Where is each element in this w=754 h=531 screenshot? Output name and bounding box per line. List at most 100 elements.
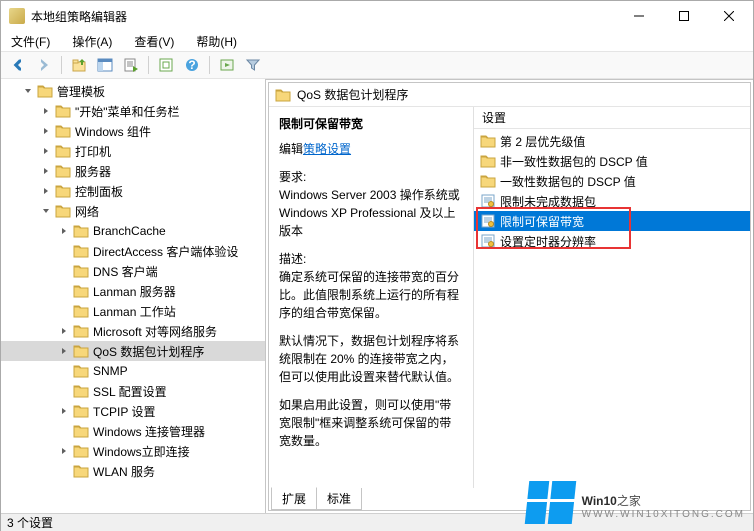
menu-action[interactable]: 操作(A) bbox=[66, 31, 118, 52]
folder-icon bbox=[73, 224, 89, 238]
toolbar-separator bbox=[61, 56, 62, 74]
tree-label: 打印机 bbox=[75, 143, 111, 160]
tab-extended[interactable]: 扩展 bbox=[271, 487, 317, 510]
action-button[interactable] bbox=[216, 54, 238, 76]
menu-view[interactable]: 查看(V) bbox=[128, 31, 180, 52]
help-button[interactable]: ? bbox=[181, 54, 203, 76]
workspace: 管理模板 "开始"菜单和任务栏 Windows 组件打印机服务器控制面板网络 Bran… bbox=[1, 79, 753, 513]
tree-item[interactable]: Lanman 服务器 bbox=[1, 281, 265, 301]
tree-item[interactable]: SNMP bbox=[1, 361, 265, 381]
tree-item[interactable]: 打印机 bbox=[1, 141, 265, 161]
expander-icon[interactable] bbox=[39, 204, 53, 218]
show-hide-tree-button[interactable] bbox=[94, 54, 116, 76]
policy-icon bbox=[480, 213, 496, 229]
tree-label: 服务器 bbox=[75, 163, 111, 180]
tree-label: SNMP bbox=[93, 364, 128, 378]
tree-item[interactable]: 控制面板 bbox=[1, 181, 265, 201]
svg-text:?: ? bbox=[188, 58, 195, 72]
folder-icon bbox=[55, 144, 71, 158]
tree-item[interactable]: DirectAccess 客户端体验设 bbox=[1, 241, 265, 261]
tree-label: Windows 组件 bbox=[75, 123, 151, 140]
tree-item[interactable]: "开始"菜单和任务栏 bbox=[1, 101, 265, 121]
tree-label: "开始"菜单和任务栏 bbox=[75, 103, 180, 120]
right-panel: QoS 数据包计划程序 限制可保留带宽 编辑策略设置 要求:Windows Se… bbox=[266, 79, 753, 513]
tree-item[interactable]: BranchCache bbox=[1, 221, 265, 241]
tree-item[interactable]: TCPIP 设置 bbox=[1, 401, 265, 421]
tree-network[interactable]: 网络 bbox=[1, 201, 265, 221]
expander-icon[interactable] bbox=[39, 104, 53, 118]
expander-icon[interactable] bbox=[39, 164, 53, 178]
folder-icon bbox=[73, 324, 89, 338]
tree-label: 控制面板 bbox=[75, 183, 123, 200]
folder-icon bbox=[73, 464, 89, 478]
edit-policy-link[interactable]: 策略设置 bbox=[303, 142, 351, 156]
filter-button[interactable] bbox=[242, 54, 264, 76]
tree-label: Windows 连接管理器 bbox=[93, 423, 205, 440]
tree-item[interactable]: 服务器 bbox=[1, 161, 265, 181]
setting-item[interactable]: 第 2 层优先级值 bbox=[474, 131, 750, 151]
back-button[interactable] bbox=[7, 54, 29, 76]
menu-help[interactable]: 帮助(H) bbox=[190, 31, 243, 52]
folder-icon bbox=[73, 384, 89, 398]
tree-item[interactable]: DNS 客户端 bbox=[1, 261, 265, 281]
tree-item[interactable]: Windows立即连接 bbox=[1, 441, 265, 461]
expander-icon[interactable] bbox=[39, 144, 53, 158]
folder-icon bbox=[73, 304, 89, 318]
folder-icon bbox=[480, 133, 496, 149]
app-icon bbox=[9, 8, 25, 24]
folder-icon bbox=[73, 264, 89, 278]
setting-item[interactable]: 限制未完成数据包 bbox=[474, 191, 750, 211]
tab-standard[interactable]: 标准 bbox=[316, 488, 362, 510]
setting-item[interactable]: 一致性数据包的 DSCP 值 bbox=[474, 171, 750, 191]
maximize-button[interactable] bbox=[661, 2, 706, 31]
status-text: 3 个设置 bbox=[7, 514, 53, 531]
refresh-button[interactable] bbox=[155, 54, 177, 76]
minimize-button[interactable] bbox=[616, 2, 661, 31]
expander-icon[interactable] bbox=[57, 344, 71, 358]
policy-icon bbox=[480, 193, 496, 209]
expander-icon[interactable] bbox=[39, 184, 53, 198]
tree-label: BranchCache bbox=[93, 224, 166, 238]
tree-item[interactable]: WLAN 服务 bbox=[1, 461, 265, 481]
policy-icon bbox=[480, 233, 496, 249]
setting-label: 限制未完成数据包 bbox=[500, 193, 596, 210]
expander-icon[interactable] bbox=[57, 444, 71, 458]
settings-header[interactable]: 设置 bbox=[474, 107, 750, 129]
folder-icon bbox=[73, 444, 89, 458]
tree-label: 网络 bbox=[75, 203, 99, 220]
description-text-2: 默认情况下，数据包计划程序将系统限制在 20% 的连接带宽之内，但可以使用此设置… bbox=[279, 332, 463, 386]
tree-item[interactable]: Lanman 工作站 bbox=[1, 301, 265, 321]
expander-icon[interactable] bbox=[57, 404, 71, 418]
tree-item[interactable]: SSL 配置设置 bbox=[1, 381, 265, 401]
close-button[interactable] bbox=[706, 2, 751, 31]
up-button[interactable] bbox=[68, 54, 90, 76]
expander-icon bbox=[57, 424, 71, 438]
expander-icon[interactable] bbox=[57, 324, 71, 338]
expander-icon[interactable] bbox=[39, 124, 53, 138]
folder-icon bbox=[73, 284, 89, 298]
folder-icon bbox=[55, 104, 71, 118]
setting-item-selected[interactable]: 限制可保留带宽 bbox=[474, 211, 750, 231]
forward-button[interactable] bbox=[33, 54, 55, 76]
panel-title: QoS 数据包计划程序 bbox=[297, 86, 408, 103]
folder-icon bbox=[73, 244, 89, 258]
folder-icon bbox=[275, 88, 291, 102]
expander-icon[interactable] bbox=[21, 84, 35, 98]
expander-icon[interactable] bbox=[57, 224, 71, 238]
watermark-text: Win10之家 WWW.WIN10XITONG.COM bbox=[582, 485, 745, 520]
tree-item[interactable]: Microsoft 对等网络服务 bbox=[1, 321, 265, 341]
tree-panel[interactable]: 管理模板 "开始"菜单和任务栏 Windows 组件打印机服务器控制面板网络 Bran… bbox=[1, 79, 266, 513]
tree-item[interactable]: Windows 连接管理器 bbox=[1, 421, 265, 441]
menu-file[interactable]: 文件(F) bbox=[5, 31, 56, 52]
expander-icon bbox=[57, 264, 71, 278]
tree-root[interactable]: 管理模板 bbox=[1, 81, 265, 101]
toolbar-separator bbox=[209, 56, 210, 74]
folder-icon bbox=[37, 84, 53, 98]
toolbar: ? bbox=[1, 51, 753, 79]
tree-item-qos[interactable]: QoS 数据包计划程序 bbox=[1, 341, 265, 361]
tree-item[interactable]: Windows 组件 bbox=[1, 121, 265, 141]
setting-item[interactable]: 设置定时器分辨率 bbox=[474, 231, 750, 251]
setting-label: 非一致性数据包的 DSCP 值 bbox=[500, 153, 648, 170]
setting-item[interactable]: 非一致性数据包的 DSCP 值 bbox=[474, 151, 750, 171]
export-list-button[interactable] bbox=[120, 54, 142, 76]
